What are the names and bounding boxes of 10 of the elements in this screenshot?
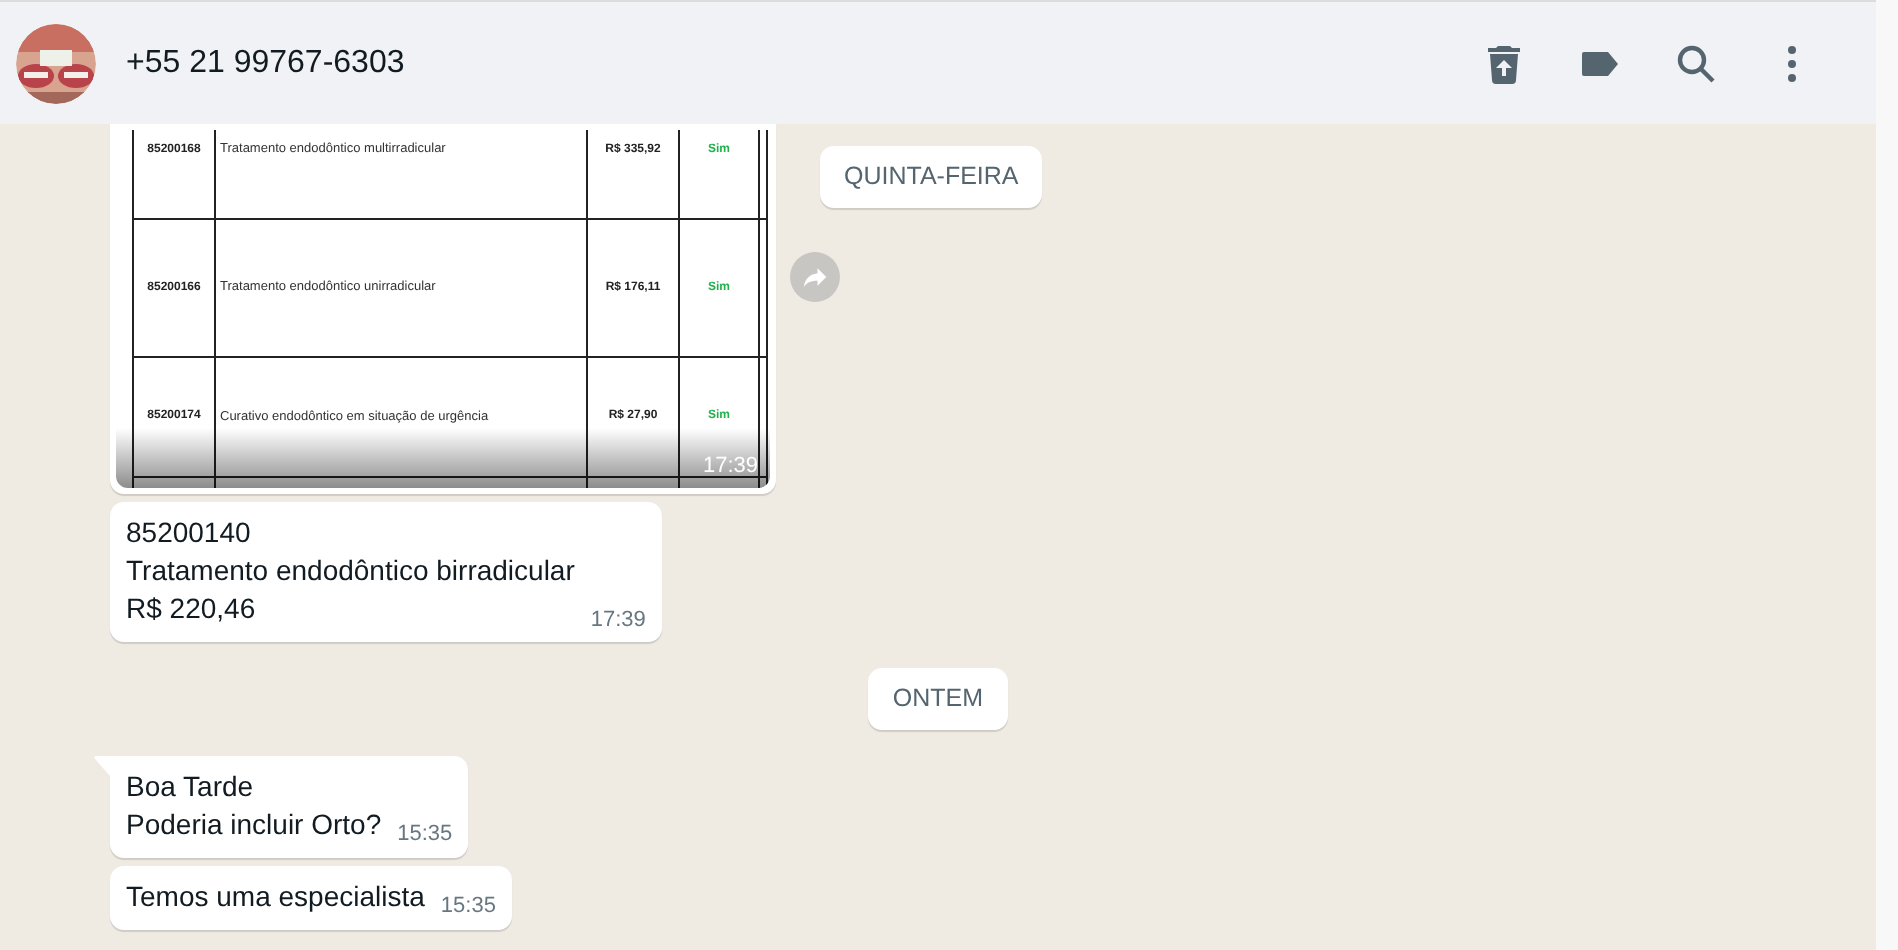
contact-name[interactable]: +55 21 99767-6303 — [126, 39, 405, 87]
message-text: Temos uma especialista — [126, 877, 425, 916]
message-time: 17:39 — [590, 605, 646, 635]
message-text: Boa Tarde Poderia incluir Orto? — [126, 767, 382, 844]
message-time: 15:35 — [397, 820, 453, 851]
date-chip: QUINTA-FEIRA — [820, 146, 1043, 208]
message-text: 85200140 Tratamento endodôntico birradicular R$ 220,46 — [126, 514, 575, 628]
date-chip: ONTEM — [868, 668, 1008, 730]
message-time: 15:35 — [440, 892, 496, 923]
message-time: 17:39 — [702, 451, 758, 481]
